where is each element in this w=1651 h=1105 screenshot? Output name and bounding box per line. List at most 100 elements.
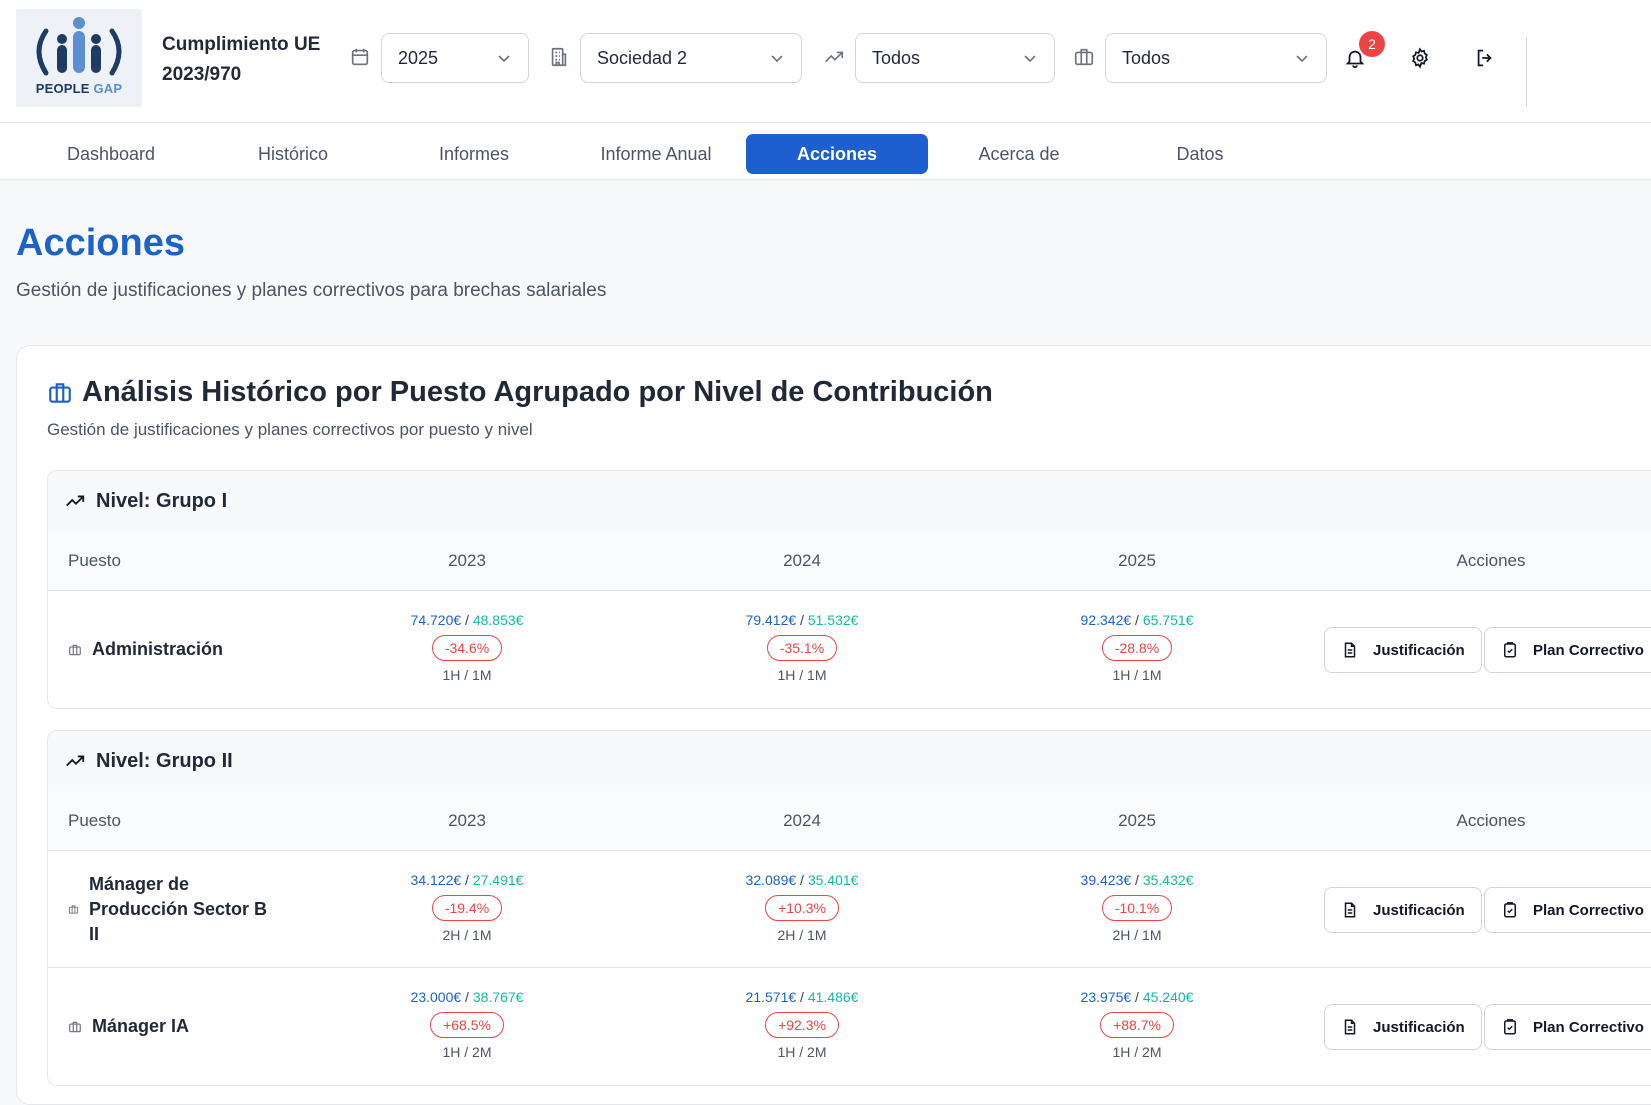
company-select[interactable]: Sociedad 2	[580, 33, 802, 83]
headcount: 1H / 1M	[442, 667, 492, 683]
tab-acerca-de[interactable]: Acerca de	[928, 134, 1110, 174]
analysis-card: Análisis Histórico por Puesto Agrupado p…	[16, 345, 1651, 1105]
year-cell-2024: 32.089€ / 35.401€ +10.3% 2H / 1M	[702, 871, 902, 943]
headcount: 1H / 1M	[1112, 667, 1162, 683]
main-tabs: Dashboard Histórico Informes Informe Anu…	[0, 123, 1651, 180]
headcount: 2H / 1M	[1112, 927, 1162, 943]
salary-women: 65.751€	[1142, 612, 1194, 628]
position-select[interactable]: Todos	[1105, 33, 1327, 83]
level-group: Nivel: Grupo II Puesto 2023 2024 2025 Ac…	[47, 730, 1651, 1086]
gap-badge: -35.1%	[766, 635, 838, 661]
year-cell-2025: 92.342€ / 65.751€ -28.8% 1H / 1M	[1037, 611, 1237, 683]
chevron-down-icon	[1296, 55, 1308, 63]
card-title: Análisis Histórico por Puesto Agrupado p…	[82, 376, 993, 408]
column-header-2025: 2025	[1118, 551, 1156, 570]
year-select-value: 2025	[398, 47, 439, 68]
trending-up-icon	[66, 495, 85, 507]
justificacion-button[interactable]: Justificación	[1324, 1004, 1482, 1050]
salary-men: 23.000€	[410, 989, 462, 1005]
salary-women: 48.853€	[472, 612, 524, 628]
tab-dashboard[interactable]: Dashboard	[20, 134, 202, 174]
tab-historico[interactable]: Histórico	[202, 134, 384, 174]
gear-icon	[1412, 47, 1428, 69]
puesto-name: Administración	[92, 639, 224, 659]
column-header-2023: 2023	[448, 551, 486, 570]
briefcase-icon	[68, 905, 79, 914]
building-icon	[551, 47, 567, 67]
level-select[interactable]: Todos	[855, 33, 1055, 83]
group-title: Nivel: Grupo II	[96, 749, 233, 772]
level-select-value: Todos	[872, 47, 921, 68]
divider	[1526, 37, 1527, 107]
table-row: Mánager de Producción Sector B II 34.122…	[48, 851, 1651, 968]
column-header-2023: 2023	[448, 811, 486, 830]
top-bar: PEOPLE GAP Cumplimiento UE 2023/970 2025…	[0, 0, 1651, 123]
notification-count-badge: 2	[1359, 31, 1385, 57]
year-cell-2023: 74.720€ / 48.853€ -34.6% 1H / 1M	[367, 611, 567, 683]
file-text-icon	[1344, 642, 1356, 658]
column-header-puesto: Puesto	[68, 551, 121, 570]
headcount: 1H / 2M	[777, 1044, 827, 1060]
headcount: 2H / 1M	[777, 927, 827, 943]
trending-up-icon	[66, 755, 85, 767]
tab-informe-anual[interactable]: Informe Anual	[565, 134, 747, 174]
calendar-icon	[351, 48, 369, 66]
level-group: Nivel: Grupo I Puesto 2023 2024 2025 Acc…	[47, 470, 1651, 709]
year-cell-2025: 23.975€ / 45.240€ +88.7% 1H / 2M	[1037, 988, 1237, 1060]
gap-badge: -28.8%	[1101, 635, 1173, 661]
app-logo[interactable]: PEOPLE GAP	[16, 9, 142, 107]
card-subtitle: Gestión de justificaciones y planes corr…	[47, 420, 533, 439]
plan-correctivo-button[interactable]: Plan Correctivo	[1484, 627, 1651, 673]
briefcase-icon	[1074, 48, 1094, 66]
salary-women: 27.491€	[472, 872, 524, 888]
briefcase-icon	[69, 644, 81, 655]
salary-men: 34.122€	[410, 872, 462, 888]
year-cell-2024: 21.571€ / 41.486€ +92.3% 1H / 2M	[702, 988, 902, 1060]
salary-men: 23.975€	[1080, 989, 1132, 1005]
company-select-value: Sociedad 2	[597, 47, 688, 68]
puesto-name: Mánager IA	[92, 1016, 190, 1036]
page-title: Acciones	[16, 222, 185, 264]
gap-badge: +10.3%	[765, 895, 839, 921]
file-text-icon	[1344, 1019, 1356, 1035]
puesto-cell: Mánager de Producción Sector B II	[68, 851, 269, 968]
plan-correctivo-button[interactable]: Plan Correctivo	[1484, 1004, 1651, 1050]
gap-badge: +92.3%	[765, 1012, 839, 1038]
page-subtitle: Gestión de justificaciones y planes corr…	[16, 280, 607, 301]
tab-datos[interactable]: Datos	[1109, 134, 1291, 174]
group-title: Nivel: Grupo I	[96, 489, 228, 512]
justificacion-button[interactable]: Justificación	[1324, 887, 1482, 933]
group-header: Nivel: Grupo I	[48, 471, 1651, 531]
position-select-value: Todos	[1122, 47, 1171, 68]
year-cell-2024: 79.412€ / 51.532€ -35.1% 1H / 1M	[702, 611, 902, 683]
salary-women: 51.532€	[807, 612, 859, 628]
clipboard-check-icon	[1504, 642, 1516, 658]
puesto-name: Mánager de Producción Sector B II	[89, 874, 268, 944]
settings-button[interactable]	[1406, 44, 1434, 72]
column-header-2025: 2025	[1118, 811, 1156, 830]
salary-women: 38.767€	[472, 989, 524, 1005]
clipboard-check-icon	[1504, 1019, 1516, 1035]
logout-button[interactable]	[1471, 44, 1499, 72]
salary-women: 35.432€	[1142, 872, 1194, 888]
tab-acciones[interactable]: Acciones	[746, 134, 928, 174]
year-cell-2023: 34.122€ / 27.491€ -19.4% 2H / 1M	[367, 871, 567, 943]
chevron-down-icon	[498, 55, 510, 63]
trending-up-icon	[825, 51, 844, 63]
group-header: Nivel: Grupo II	[48, 731, 1651, 791]
chevron-down-icon	[771, 55, 783, 63]
gap-badge: +68.5%	[430, 1012, 504, 1038]
gap-badge: -34.6%	[431, 635, 503, 661]
salary-women: 41.486€	[807, 989, 859, 1005]
table-row: Mánager IA 23.000€ / 38.767€ +68.5% 1H /…	[48, 968, 1651, 1085]
justificacion-button[interactable]: Justificación	[1324, 627, 1482, 673]
plan-correctivo-button[interactable]: Plan Correctivo	[1484, 887, 1651, 933]
table-header: Puesto 2023 2024 2025 Acciones	[48, 791, 1651, 851]
column-header-acciones: Acciones	[1456, 811, 1526, 830]
column-header-acciones: Acciones	[1456, 551, 1526, 570]
year-select[interactable]: 2025	[381, 33, 529, 83]
tab-informes[interactable]: Informes	[383, 134, 565, 174]
headcount: 1H / 2M	[1112, 1044, 1162, 1060]
salary-men: 74.720€	[410, 612, 462, 628]
headcount: 1H / 2M	[442, 1044, 492, 1060]
